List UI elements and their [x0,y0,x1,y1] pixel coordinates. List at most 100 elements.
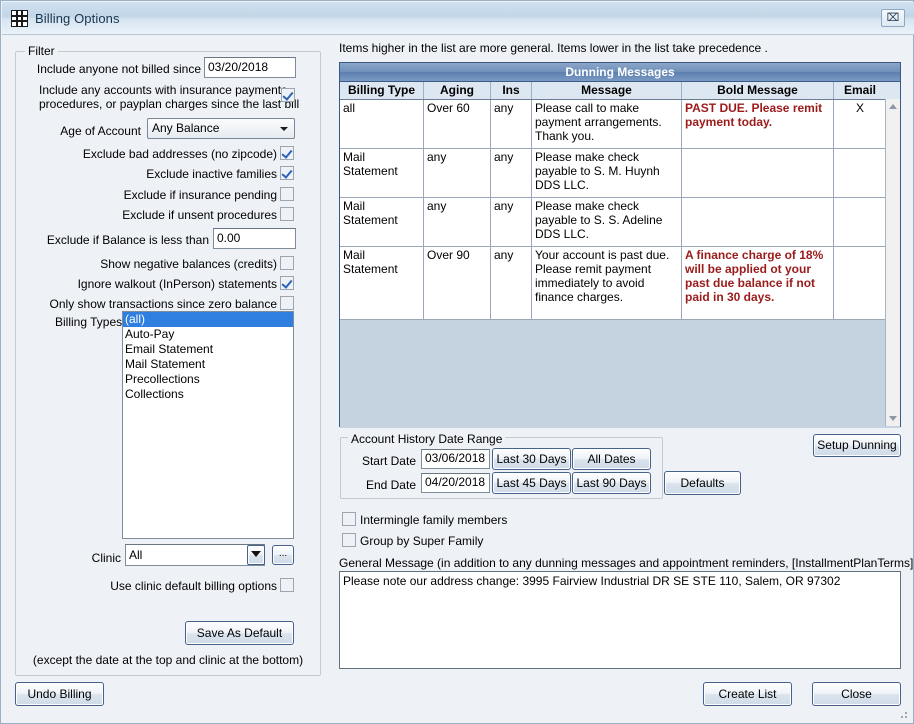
table-cell-message: Please make check payable to S. S. Adeli… [532,198,682,246]
show-negative-label: Show negative balances (credits) [100,257,277,271]
table-cell-aging: Over 60 [424,100,491,148]
chevron-down-icon [280,127,288,131]
end-date-input[interactable]: 04/20/2018 [421,473,490,493]
group-super-family-label: Group by Super Family [360,534,484,548]
clinic-dropdown-button[interactable] [247,545,265,565]
window-title: Billing Options [35,11,120,26]
table-cell-billing-type: Mail Statement [340,149,424,197]
close-button[interactable]: Close [812,682,901,706]
dunning-grid[interactable]: Dunning Messages Billing Type Aging Ins Mes… [339,62,901,428]
use-clinic-defaults-checkbox[interactable] [280,578,294,592]
end-date-label: End Date [365,478,416,492]
table-cell-billing-type: all [340,100,424,148]
dunning-grid-title: Dunning Messages [340,63,900,82]
table-cell-ins: any [491,149,532,197]
clinic-ellipsis-button[interactable]: ... [272,545,294,565]
table-cell-email: X [855,101,864,115]
not-billed-since-input[interactable]: 03/20/2018 [204,57,296,78]
table-row[interactable]: all Over 60 any Please call to make payment… [340,100,900,149]
exclude-insurance-pending-checkbox[interactable] [280,187,294,201]
exclude-inactive-checkbox[interactable] [280,166,294,180]
group-super-family-checkbox[interactable] [342,533,356,547]
setup-dunning-button[interactable]: Setup Dunning [813,434,901,457]
table-row[interactable]: Mail Statement any any Please make check pa… [340,198,900,247]
scroll-down-icon[interactable] [889,416,897,421]
defaults-button[interactable]: Defaults [664,471,741,495]
undo-billing-button[interactable]: Undo Billing [15,682,104,706]
dunning-grid-body: all Over 60 any Please call to make payment… [340,100,900,428]
grid-column-header[interactable]: Bold Message [682,82,834,99]
list-item[interactable]: Precollections [123,372,293,387]
table-cell-message: Please make check payable to S. M. Huynh… [532,149,682,197]
save-default-note: (except the date at the top and clinic a… [32,653,304,667]
age-of-account-label: Age of Account [60,124,141,138]
grid-column-header[interactable]: Aging [424,82,491,99]
dunning-scrollbar[interactable] [885,99,900,426]
billing-types-label: Billing Types [55,315,123,329]
intermingle-label: Intermingle family members [360,513,508,527]
create-list-button[interactable]: Create List [703,682,792,706]
table-row[interactable]: Mail Statement any any Please make check pa… [340,149,900,198]
table-cell-email [834,198,886,246]
exclude-balance-label: Exclude if Balance is less than [46,233,209,247]
resize-grip[interactable] [897,708,909,720]
table-cell-aging: any [424,198,491,246]
table-cell-ins: any [491,100,532,148]
clinic-select[interactable]: All [125,544,265,566]
table-cell-bold-message [682,149,834,197]
table-cell-message: Your account is past due. Please remit p… [532,247,682,319]
intermingle-checkbox[interactable] [342,512,356,526]
all-dates-button[interactable]: All Dates [572,448,651,470]
only-show-zero-checkbox[interactable] [280,296,294,310]
ignore-walkout-checkbox[interactable] [280,276,294,290]
clinic-label: Clinic [91,551,121,565]
billing-options-window: Billing Options ⌧ Filter Include anyone … [0,0,914,724]
grid-column-header[interactable]: Ins [491,82,532,99]
close-icon[interactable]: ⌧ [881,9,905,27]
table-cell-aging: Over 90 [424,247,491,319]
date-range-legend: Account History Date Range [348,432,506,446]
exclude-balance-input[interactable]: 0.00 [213,228,296,249]
include-accounts-label-line2: procedures, or payplan charges since the… [39,97,300,111]
general-message-label: General Message (in addition to any dunn… [339,556,914,570]
table-row[interactable]: Mail Statement Over 90 any Your account is … [340,247,900,320]
show-negative-checkbox[interactable] [280,256,294,270]
age-of-account-select[interactable]: Any Balance [147,118,295,139]
list-item[interactable]: Email Statement [123,342,293,357]
list-item[interactable]: Collections [123,387,293,402]
start-date-input[interactable]: 03/06/2018 [421,449,490,469]
table-cell-email [834,149,886,197]
include-accounts-checkbox[interactable] [281,88,295,102]
include-accounts-label-line1: Include any accounts with insurance paym… [39,83,291,97]
exclude-bad-addresses-checkbox[interactable] [280,146,294,160]
last-45-days-button[interactable]: Last 45 Days [492,472,571,494]
billing-types-list[interactable]: (all) Auto-Pay Email Statement Mail Stateme… [122,311,294,539]
list-item[interactable]: Mail Statement [123,357,293,372]
grid-column-header[interactable]: Message [532,82,682,99]
list-item[interactable]: Auto-Pay [123,327,293,342]
exclude-bad-addresses-label: Exclude bad addresses (no zipcode) [82,147,277,161]
table-cell-aging: any [424,149,491,197]
chevron-down-icon [251,551,261,557]
general-message-textarea[interactable]: Please note our address change: 3995 Fai… [339,571,901,669]
exclude-insurance-pending-label: Exclude if insurance pending [123,188,277,202]
table-cell-bold-message [682,198,834,246]
dunning-grid-header: Billing Type Aging Ins Message Bold Message E… [340,82,900,100]
table-cell-billing-type: Mail Statement [340,247,424,319]
exclude-inactive-label: Exclude inactive families [146,167,277,181]
exclude-unsent-checkbox[interactable] [280,207,294,221]
table-cell-email [834,247,886,319]
last-30-days-button[interactable]: Last 30 Days [492,448,571,470]
grid-icon [11,10,28,27]
scroll-up-icon[interactable] [889,104,897,109]
save-as-default-button[interactable]: Save As Default [185,621,294,645]
start-date-label: Start Date [361,454,416,468]
exclude-unsent-label: Exclude if unsent procedures [122,208,277,222]
last-90-days-button[interactable]: Last 90 Days [572,472,651,494]
only-show-zero-label: Only show transactions since zero balanc… [49,297,277,311]
grid-column-header[interactable]: Email [834,82,886,99]
table-cell-bold-message: PAST DUE. Please remit payment today. [682,100,834,148]
table-cell-message: Please call to make payment arrangements… [532,100,682,148]
list-item[interactable]: (all) [123,312,293,327]
grid-column-header[interactable]: Billing Type [340,82,424,99]
